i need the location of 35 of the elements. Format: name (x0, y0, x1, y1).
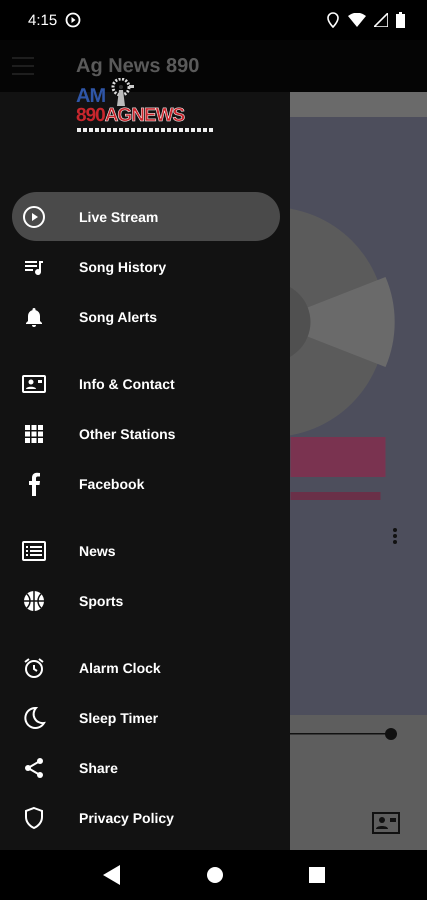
wifi-icon (348, 13, 366, 27)
drawer-item[interactable]: Facebook (12, 459, 280, 508)
drawer-item[interactable]: Song History (12, 242, 280, 291)
play-circle-icon (22, 204, 46, 228)
moon-icon (22, 706, 46, 730)
logo-text: AGNEWS (104, 106, 184, 125)
recents-icon[interactable] (308, 867, 324, 883)
dotted-line-icon (76, 127, 214, 133)
app-title: Ag News 890 (76, 54, 200, 78)
drawer-item[interactable]: Song Alerts (12, 292, 280, 341)
battery-icon (396, 12, 405, 28)
home-icon[interactable] (206, 866, 224, 884)
logo-text: AM (76, 86, 106, 106)
signal-icon (374, 13, 388, 27)
drawer-item[interactable]: Sleep Timer (12, 693, 280, 742)
contact-card-icon[interactable] (372, 812, 400, 834)
play-circle-icon (65, 12, 82, 28)
back-icon[interactable] (102, 865, 120, 885)
list-icon (22, 538, 46, 562)
share-icon (22, 756, 46, 780)
ball-icon (22, 588, 46, 612)
drawer-item[interactable]: Alarm Clock (12, 643, 280, 692)
drawer-item[interactable]: Info & Contact (12, 359, 280, 408)
drawer-item[interactable]: Privacy Policy (12, 793, 280, 842)
more-vertical-icon[interactable] (392, 527, 398, 545)
shield-icon (22, 806, 46, 830)
drawer-item[interactable]: Sports (12, 576, 280, 625)
drawer-item[interactable]: Live Stream (12, 192, 280, 241)
alarm-clock-icon (22, 656, 46, 680)
logo-text: 890 (76, 106, 105, 125)
drawer-item[interactable]: News (12, 526, 280, 575)
drawer-item[interactable]: Other Stations (12, 409, 280, 458)
status-time: 4:15 (28, 12, 58, 28)
location-icon (326, 12, 340, 28)
drawer-item[interactable]: Share (12, 743, 280, 792)
